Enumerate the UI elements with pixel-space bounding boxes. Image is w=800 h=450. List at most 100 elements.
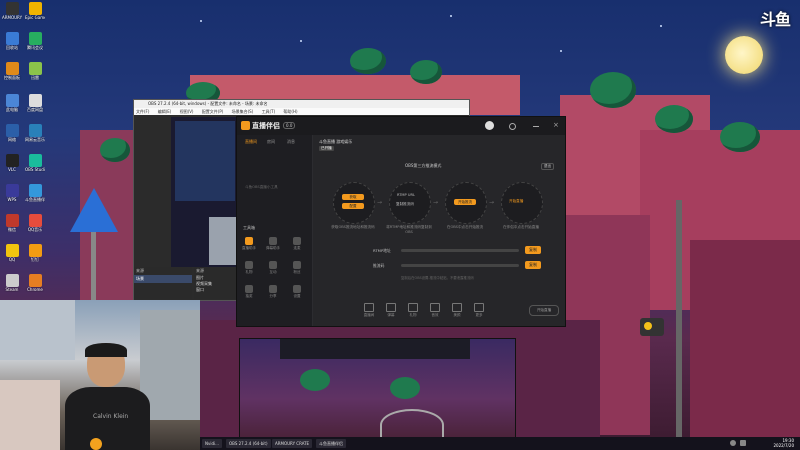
companion-left-panel: 直播间 房间 消息 斗鱼OBS直播小工具 工具箱 直播助手 弹幕助手 连麦 礼物… — [237, 135, 313, 326]
desktop-icon[interactable]: OBS Studio — [25, 154, 45, 172]
key-field[interactable] — [401, 264, 519, 267]
tool-item[interactable]: 连麦 — [288, 237, 306, 251]
companion-header: 直播伴侣 0.0 × — [237, 117, 565, 135]
menu-profile[interactable]: 配置文件(P) — [202, 109, 224, 114]
copy-key-button[interactable]: 复制 — [525, 261, 541, 269]
step-4-caption: 在伴侣中点击开始直播 — [503, 225, 539, 229]
bottom-item[interactable]: 更多 — [469, 303, 489, 318]
arrow-right-icon: → — [489, 199, 495, 206]
menu-scene-collection[interactable]: 场景集合(S) — [232, 109, 254, 114]
desktop-icon[interactable]: 迅雷 — [25, 62, 45, 80]
desktop-icon[interactable]: 斗鱼直播伴侣 — [25, 184, 45, 202]
taskbar-item[interactable]: ARMOURY CRATE — [272, 439, 313, 448]
streaming-companion-window[interactable]: 直播伴侣 0.0 × 直播间 房间 消息 斗鱼OBS直播小工具 工具箱 直播助手… — [236, 116, 566, 327]
tab-live-room[interactable]: 直播间 — [245, 139, 257, 145]
start-live-button[interactable]: 开始直播 — [529, 305, 559, 316]
menu-file[interactable]: 文件(F) — [136, 109, 149, 114]
tab-messages[interactable]: 消息 — [287, 139, 295, 145]
app-name: 直播伴侣 — [252, 122, 280, 130]
desktop-icon[interactable]: 控制面板 — [2, 62, 22, 80]
desktop-icon[interactable]: 钉钉 — [25, 244, 45, 262]
copy-note: 复制后在OBS设置-推流中粘贴，不要泄露推流码 — [401, 276, 474, 280]
settings-icon[interactable] — [509, 123, 516, 130]
arrow-right-icon: → — [377, 199, 383, 206]
bottom-item[interactable]: 弹幕 — [381, 303, 401, 318]
moon-decoration — [725, 36, 763, 74]
tool-item[interactable]: 分享 — [264, 285, 282, 299]
desktop-icon-grid: ARMOURY CRATE 回收站 控制面板 此电脑 网络 VLC WPS 微信… — [0, 0, 100, 300]
orange-cup — [90, 438, 102, 450]
exit-mode-button[interactable]: 退出 — [541, 163, 555, 170]
taskbar: Nvidi... OBS 27.2.4 (64-bit) ARMOURY CRA… — [200, 437, 800, 450]
clock-date: 2022/7/20 — [773, 443, 794, 448]
tool-item[interactable]: 礼物 — [240, 261, 258, 275]
scene-item[interactable]: 场景 — [134, 275, 192, 283]
bottom-item[interactable]: 美颜 — [447, 303, 467, 318]
step-2-label: RTMP URL — [397, 193, 415, 197]
menu-view[interactable]: 视图(V) — [180, 109, 194, 114]
step-4-label: 开始直播 — [509, 199, 524, 203]
desktop-icon[interactable]: Epic Games — [25, 2, 45, 20]
network-icon[interactable] — [730, 440, 736, 446]
tool-item[interactable]: 设置 — [288, 285, 306, 299]
close-icon[interactable]: × — [553, 121, 559, 129]
version-badge[interactable]: 0.0 — [283, 122, 296, 129]
bottom-item[interactable]: 直播间 — [359, 303, 379, 318]
step-2-sub: 复制推流码 — [396, 202, 414, 206]
desktop-icon[interactable]: 微信 — [2, 214, 22, 232]
copy-rtmp-button[interactable]: 复制 — [525, 246, 541, 254]
menu-help[interactable]: 帮助(H) — [283, 109, 297, 114]
avatar[interactable] — [485, 121, 494, 130]
tool-item[interactable]: 粉丝 — [288, 261, 306, 275]
taskbar-item[interactable]: Nvidi... — [202, 439, 222, 448]
douyu-watermark: 斗鱼 — [759, 10, 791, 29]
desktop-icon[interactable]: 回收站 — [2, 32, 22, 50]
rtmp-field[interactable] — [401, 249, 519, 252]
tab-room[interactable]: 房间 — [267, 139, 275, 145]
volume-icon[interactable] — [740, 440, 746, 446]
tool-item[interactable]: 直播助手 — [240, 237, 258, 251]
desktop-icon[interactable]: VLC — [2, 154, 22, 172]
step-1-sub-button[interactable]: 配置 — [342, 203, 364, 209]
step-3-button[interactable]: 开始推流 — [454, 199, 476, 205]
system-clock[interactable]: 19:30 2022/7/20 — [773, 438, 794, 448]
left-hint-text: 斗鱼OBS直播小工具 — [245, 185, 278, 189]
taskbar-item[interactable]: 斗鱼直播伴侣 — [316, 439, 346, 448]
menu-tools[interactable]: 工具(T) — [262, 109, 276, 114]
room-title: 斗鱼直播 游戏娱乐 — [319, 139, 353, 144]
desktop-icon[interactable]: 百度网盘 — [25, 94, 45, 112]
step-2-caption: 将RTMP地址和推流码复制到OBS — [386, 225, 432, 234]
tool-item[interactable]: 互动 — [264, 261, 282, 275]
obs-menubar: 文件(F) 编辑(E) 视图(V) 配置文件(P) 场景集合(S) 工具(T) … — [134, 108, 469, 115]
obs-title: OBS 27.2.4 (64-bit, windows) - 配置文件: 未命名… — [134, 100, 469, 108]
desktop-icon[interactable]: 腾讯会议 — [25, 32, 45, 50]
desktop-icon[interactable]: ARMOURY CRATE — [2, 2, 22, 20]
bottom-item[interactable]: 音效 — [425, 303, 445, 318]
desktop-icon[interactable]: Steam — [2, 274, 22, 292]
desktop-mirror-preview — [239, 338, 516, 441]
key-label: 推流码 — [373, 263, 385, 268]
desktop-icon[interactable]: WPS — [2, 184, 22, 202]
companion-main-panel: 斗鱼直播 游戏娱乐 已开播 OBS第三方推流模式 退出 获取 配置 获取OBS推… — [313, 135, 565, 326]
tools-header: 工具箱 — [243, 225, 255, 230]
arrow-right-icon: → — [433, 199, 439, 206]
tool-item[interactable]: 抽奖 — [240, 285, 258, 299]
minimize-icon[interactable] — [533, 126, 539, 127]
taskbar-item[interactable]: OBS 27.2.4 (64-bit) — [226, 439, 271, 448]
step-1-button[interactable]: 获取 — [342, 194, 364, 200]
desktop-icon[interactable]: Chrome — [25, 274, 45, 292]
desktop-icon[interactable]: 网络 — [2, 124, 22, 142]
bottom-item[interactable]: 礼物 — [403, 303, 423, 318]
step-3-caption: 在OBS中点击开始推流 — [446, 225, 484, 229]
rtmp-label: RTMP地址 — [373, 248, 391, 253]
status-badge: 已开播 — [319, 146, 334, 151]
step-1-caption: 获取OBS推流地址和推流码 — [331, 225, 375, 229]
menu-edit[interactable]: 编辑(E) — [158, 109, 172, 114]
desktop-icon[interactable]: QQ — [2, 244, 22, 262]
desktop-icon[interactable]: 此电脑 — [2, 94, 22, 112]
desktop-icon[interactable]: 网易云音乐 — [25, 124, 45, 142]
desktop-icon[interactable]: QQ音乐 — [25, 214, 45, 232]
app-logo-icon — [241, 121, 250, 130]
tool-item[interactable]: 弹幕助手 — [264, 237, 282, 251]
obs-scenes-panel: 来源 场景 — [134, 267, 192, 299]
